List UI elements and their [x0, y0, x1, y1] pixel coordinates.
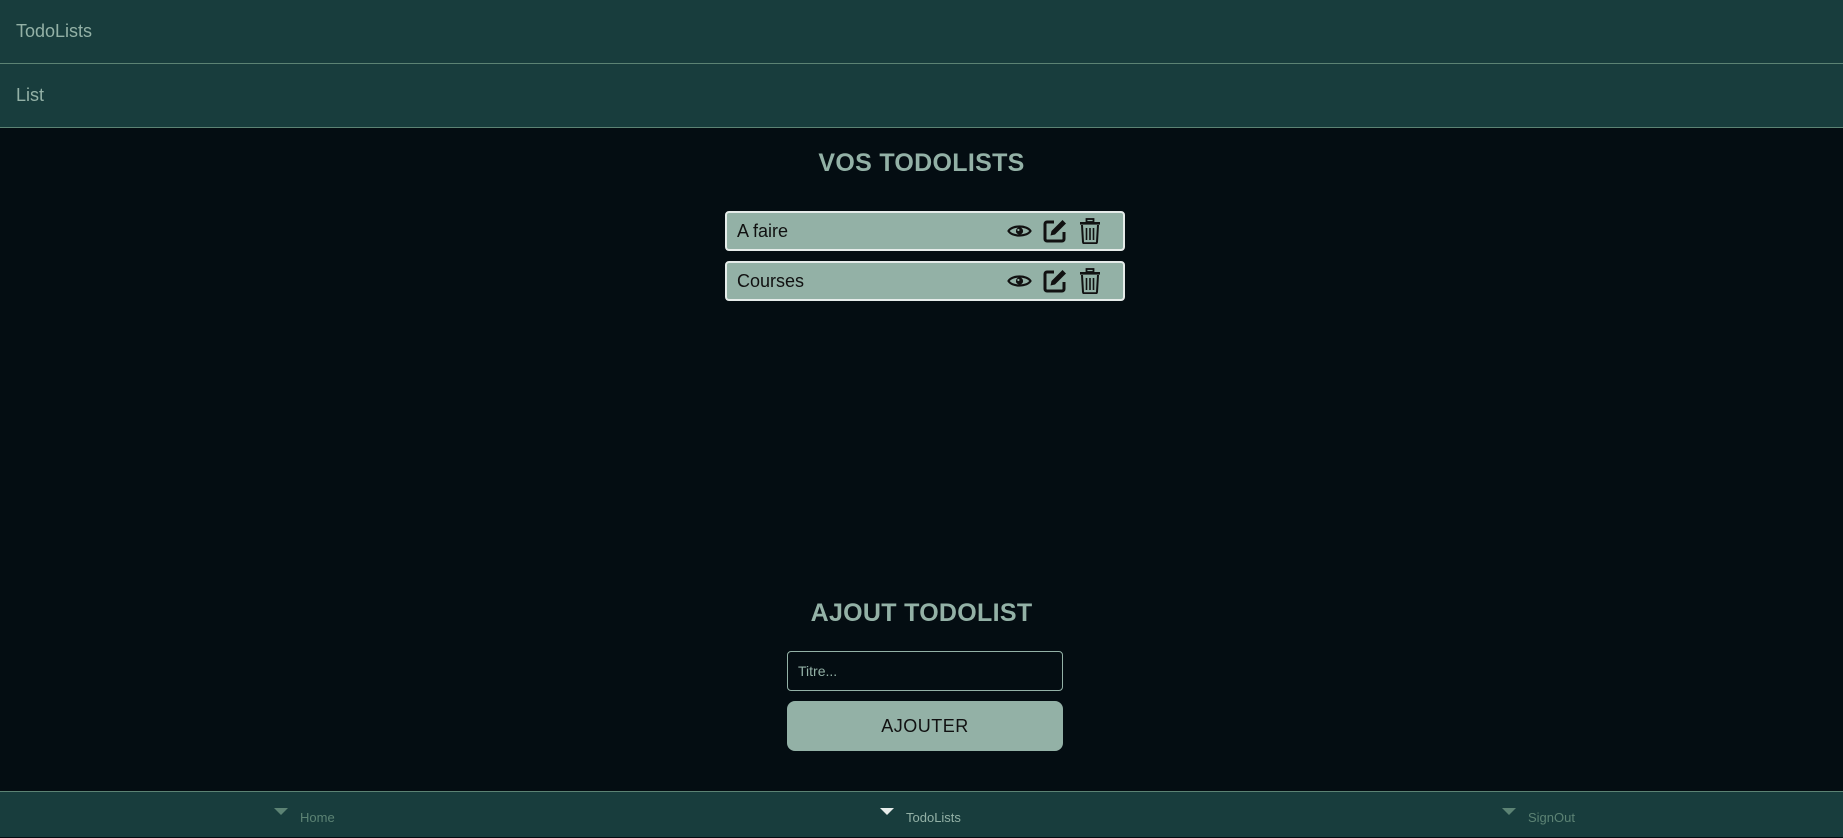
- todo-item-label: A faire: [737, 220, 789, 241]
- lists-section-title: VOS TODOLISTS: [818, 149, 1025, 177]
- trash-icon[interactable]: [1076, 218, 1103, 245]
- caret-down-icon: [274, 807, 288, 815]
- trash-icon[interactable]: [1076, 268, 1103, 295]
- caret-down-icon: [880, 807, 894, 815]
- caret-down-icon: [1502, 807, 1516, 815]
- app-header: TodoLists: [0, 0, 1843, 64]
- add-button[interactable]: AJOUTER: [787, 701, 1063, 751]
- eye-icon[interactable]: [1006, 218, 1033, 245]
- todo-item: Courses: [725, 261, 1125, 301]
- nav-item-label: Home: [300, 809, 335, 825]
- nav-item-home[interactable]: Home: [274, 792, 335, 838]
- eye-icon[interactable]: [1006, 268, 1033, 295]
- page-subheader: List: [0, 64, 1843, 128]
- todo-item-actions: [1006, 218, 1103, 245]
- nav-item-label: TodoLists: [906, 809, 961, 825]
- nav-item-todolists[interactable]: TodoLists: [880, 792, 961, 838]
- edit-icon[interactable]: [1041, 218, 1068, 245]
- nav-item-label: SignOut: [1528, 809, 1575, 825]
- todo-item-label: Courses: [737, 270, 805, 291]
- todo-item-actions: [1006, 268, 1103, 295]
- todo-list: A faire Courses: [725, 211, 1125, 311]
- bottom-nav: Home TodoLists SignOut: [0, 791, 1843, 837]
- page-subtitle: List: [16, 85, 45, 105]
- add-section-title: AJOUT TODOLIST: [810, 599, 1033, 627]
- nav-item-signout[interactable]: SignOut: [1502, 792, 1575, 838]
- edit-icon[interactable]: [1041, 268, 1068, 295]
- app-title: TodoLists: [16, 21, 93, 41]
- main-content: VOS TODOLISTS A faire Courses AJOUT TODO…: [0, 128, 1843, 791]
- title-input[interactable]: [787, 651, 1063, 691]
- add-todolist-form: AJOUTER: [787, 651, 1063, 751]
- todo-item: A faire: [725, 211, 1125, 251]
